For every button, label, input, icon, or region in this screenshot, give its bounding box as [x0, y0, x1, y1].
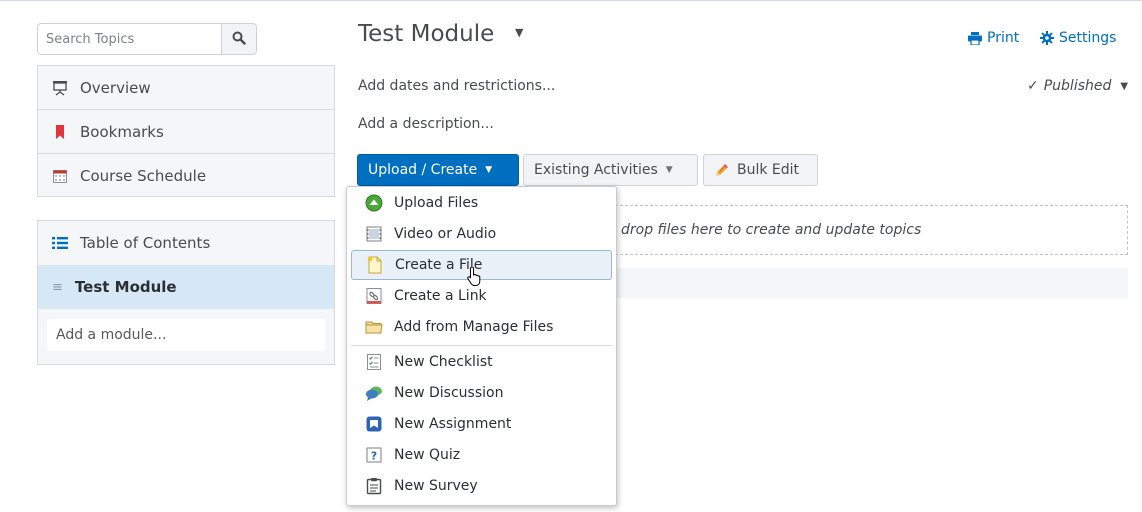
existing-activities-label: Existing Activities [534, 162, 658, 178]
sidebar-item-course-schedule[interactable]: Course Schedule [38, 154, 334, 198]
top-divider [0, 0, 1142, 1]
menu-item-new-discussion[interactable]: New Discussion [351, 378, 612, 408]
search-icon [232, 30, 246, 49]
upload-create-button[interactable]: Upload / Create ▼ [357, 154, 519, 186]
toc-title: Table of Contents [80, 234, 211, 252]
upload-create-label: Upload / Create [368, 162, 478, 178]
mouse-cursor-icon [467, 266, 483, 291]
menu-item-new-checklist[interactable]: New Checklist [351, 347, 612, 377]
print-label: Print [987, 30, 1020, 46]
sidebar-item-bookmarks[interactable]: Bookmarks [38, 110, 334, 154]
toc-module-label: Test Module [74, 278, 177, 296]
published-status-dropdown[interactable]: ✓ Published ▼ [1027, 78, 1128, 94]
settings-link[interactable]: Settings [1040, 30, 1116, 46]
list-icon [52, 236, 68, 250]
discussion-icon [365, 384, 383, 402]
menu-item-new-assignment[interactable]: New Assignment [351, 409, 612, 439]
menu-item-label: Upload Files [394, 195, 479, 211]
add-description-link[interactable]: Add a description... [358, 116, 494, 132]
chevron-down-icon: ▼ [485, 165, 493, 175]
menu-item-label: New Discussion [394, 385, 504, 401]
menu-item-label: New Checklist [394, 354, 493, 370]
quiz-icon: ? [365, 446, 383, 464]
add-dates-link[interactable]: Add dates and restrictions... [358, 78, 555, 94]
link-icon [365, 287, 383, 305]
status-label: Published [1043, 78, 1112, 94]
add-module-label: Add a module... [56, 327, 167, 343]
upload-icon [365, 194, 383, 212]
file-drop-zone[interactable]: drop files here to create and update top… [600, 205, 1128, 255]
calendar-icon [52, 168, 68, 184]
title-menu-caret-icon[interactable]: ▼ [515, 26, 523, 39]
sidebar-item-label: Overview [80, 78, 151, 97]
checkmark-icon: ✓ [1027, 78, 1039, 94]
sidebar-nav: Overview Bookmarks Course Schedule [37, 65, 335, 197]
menu-item-label: New Survey [394, 478, 478, 494]
chevron-down-icon: ▼ [1120, 80, 1129, 92]
video-icon [365, 225, 383, 243]
search-bar [37, 23, 257, 55]
existing-activities-button[interactable]: Existing Activities ▼ [523, 154, 698, 186]
menu-item-label: New Quiz [394, 447, 461, 463]
bulk-edit-label: Bulk Edit [737, 162, 800, 178]
menu-item-new-quiz[interactable]: ? New Quiz [351, 440, 612, 470]
print-icon [968, 31, 982, 45]
add-module-input[interactable]: Add a module... [47, 319, 325, 351]
svg-text:?: ? [371, 450, 377, 463]
sidebar-item-label: Course Schedule [80, 167, 207, 185]
toc-header[interactable]: Table of Contents [38, 221, 334, 265]
new-file-icon [366, 256, 384, 274]
pencil-icon [714, 162, 730, 178]
menu-item-label: Add from Manage Files [394, 319, 554, 335]
settings-label: Settings [1059, 30, 1117, 46]
search-input[interactable] [37, 23, 221, 55]
folder-icon [365, 318, 383, 336]
survey-icon [365, 477, 383, 495]
gear-icon [1040, 31, 1054, 45]
print-link[interactable]: Print [968, 30, 1019, 46]
presentation-icon [52, 80, 68, 96]
upload-create-menu: Upload Files Video or Audio Create a Fil… [346, 186, 617, 506]
checklist-icon [365, 353, 383, 371]
search-button[interactable] [221, 23, 257, 55]
bulk-edit-button[interactable]: Bulk Edit [703, 154, 818, 186]
dropzone-text: drop files here to create and update top… [621, 222, 922, 238]
menu-item-add-from-manage-files[interactable]: Add from Manage Files [351, 312, 612, 342]
menu-item-label: Video or Audio [394, 226, 497, 242]
page-title: Test Module [358, 21, 495, 47]
chevron-down-icon: ▼ [665, 165, 673, 175]
menu-item-upload-files[interactable]: Upload Files [351, 188, 612, 218]
topic-list-area [612, 268, 1128, 298]
assignment-icon [365, 415, 383, 433]
table-of-contents-panel: Table of Contents ≡ Test Module Add a mo… [37, 220, 335, 365]
menu-item-video-or-audio[interactable]: Video or Audio [351, 219, 612, 249]
drag-handle-icon[interactable]: ≡ [52, 280, 63, 295]
menu-item-new-survey[interactable]: New Survey [351, 471, 612, 501]
sidebar-item-label: Bookmarks [80, 122, 164, 141]
toc-module-item[interactable]: ≡ Test Module [38, 265, 334, 309]
menu-item-label: New Assignment [394, 416, 512, 432]
bookmark-icon [52, 124, 68, 140]
sidebar-item-overview[interactable]: Overview [38, 66, 334, 110]
menu-divider [351, 345, 612, 346]
